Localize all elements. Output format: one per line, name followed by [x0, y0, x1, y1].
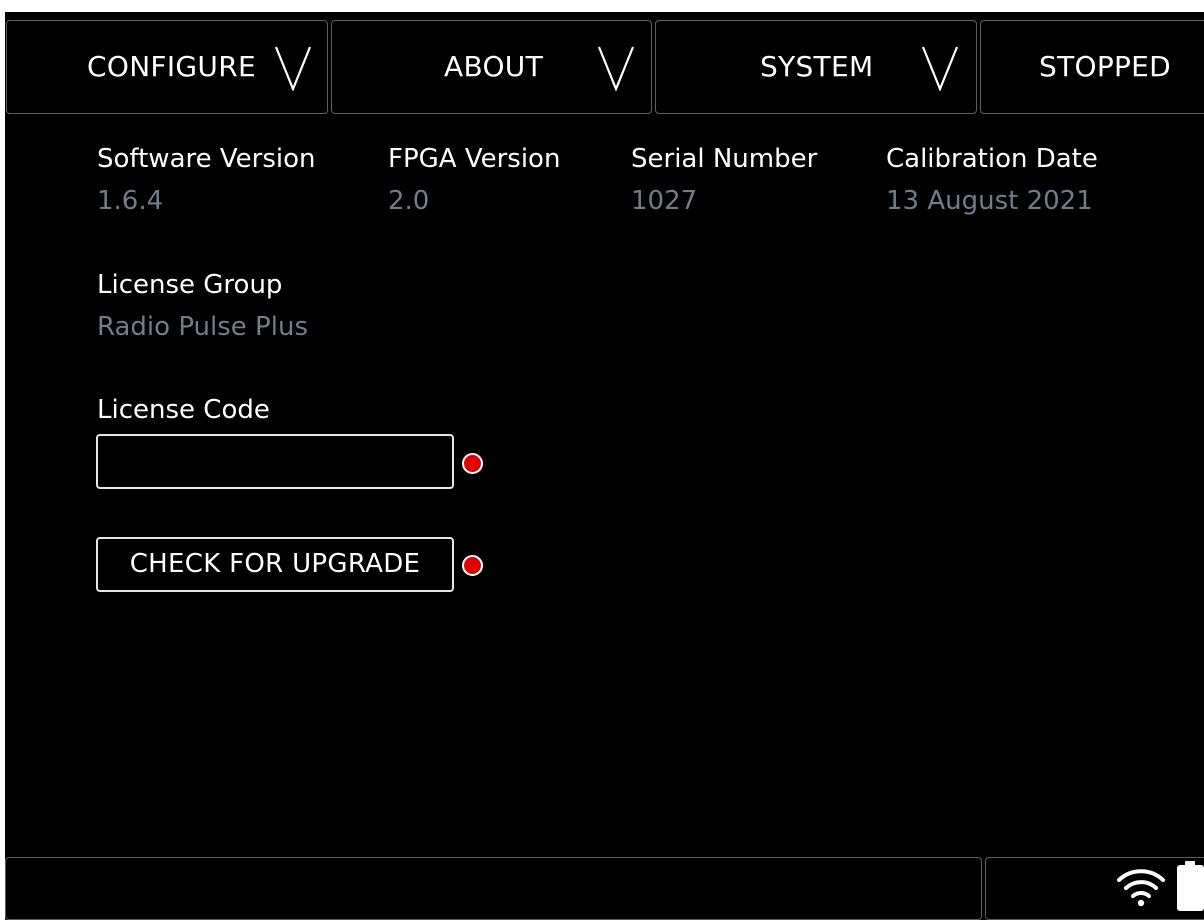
status-message-bar: [5, 857, 982, 920]
tab-system-label: SYSTEM: [760, 50, 874, 83]
status-stopped[interactable]: STOPPED: [980, 20, 1204, 114]
license-code-indicator: [462, 453, 483, 474]
wifi-icon[interactable]: [1115, 864, 1167, 908]
license-code-input[interactable]: [96, 434, 454, 489]
device-screen: CONFIGURE ABOUT SYSTEM STOPPED Software …: [0, 0, 1204, 920]
calibration-date-label: Calibration Date: [886, 144, 1098, 174]
tab-configure-label: CONFIGURE: [87, 50, 256, 83]
battery-icon: [1177, 861, 1204, 911]
upgrade-indicator: [462, 555, 483, 576]
license-code-label: License Code: [97, 395, 270, 425]
check-for-upgrade-button[interactable]: CHECK FOR UPGRADE: [96, 537, 454, 592]
calibration-date-value: 13 August 2021: [886, 186, 1093, 216]
fpga-version-label: FPGA Version: [388, 144, 561, 174]
license-group-label: License Group: [97, 270, 283, 300]
status-icons-panel: [985, 857, 1204, 920]
status-stopped-label: STOPPED: [1039, 50, 1172, 83]
left-edge: [0, 0, 5, 920]
top-edge: [0, 0, 1204, 12]
software-version-label: Software Version: [97, 144, 316, 174]
tab-configure[interactable]: CONFIGURE: [6, 20, 328, 114]
tab-about-label: ABOUT: [444, 50, 544, 83]
license-group-value: Radio Pulse Plus: [97, 312, 308, 342]
chevron-down-icon: [274, 46, 312, 91]
chevron-down-icon: [921, 46, 959, 91]
tab-about[interactable]: ABOUT: [331, 20, 652, 114]
serial-number-value: 1027: [631, 186, 698, 216]
chevron-down-icon: [597, 46, 635, 91]
tab-system[interactable]: SYSTEM: [655, 20, 977, 114]
software-version-value: 1.6.4: [97, 186, 164, 216]
fpga-version-value: 2.0: [388, 186, 430, 216]
serial-number-label: Serial Number: [631, 144, 818, 174]
